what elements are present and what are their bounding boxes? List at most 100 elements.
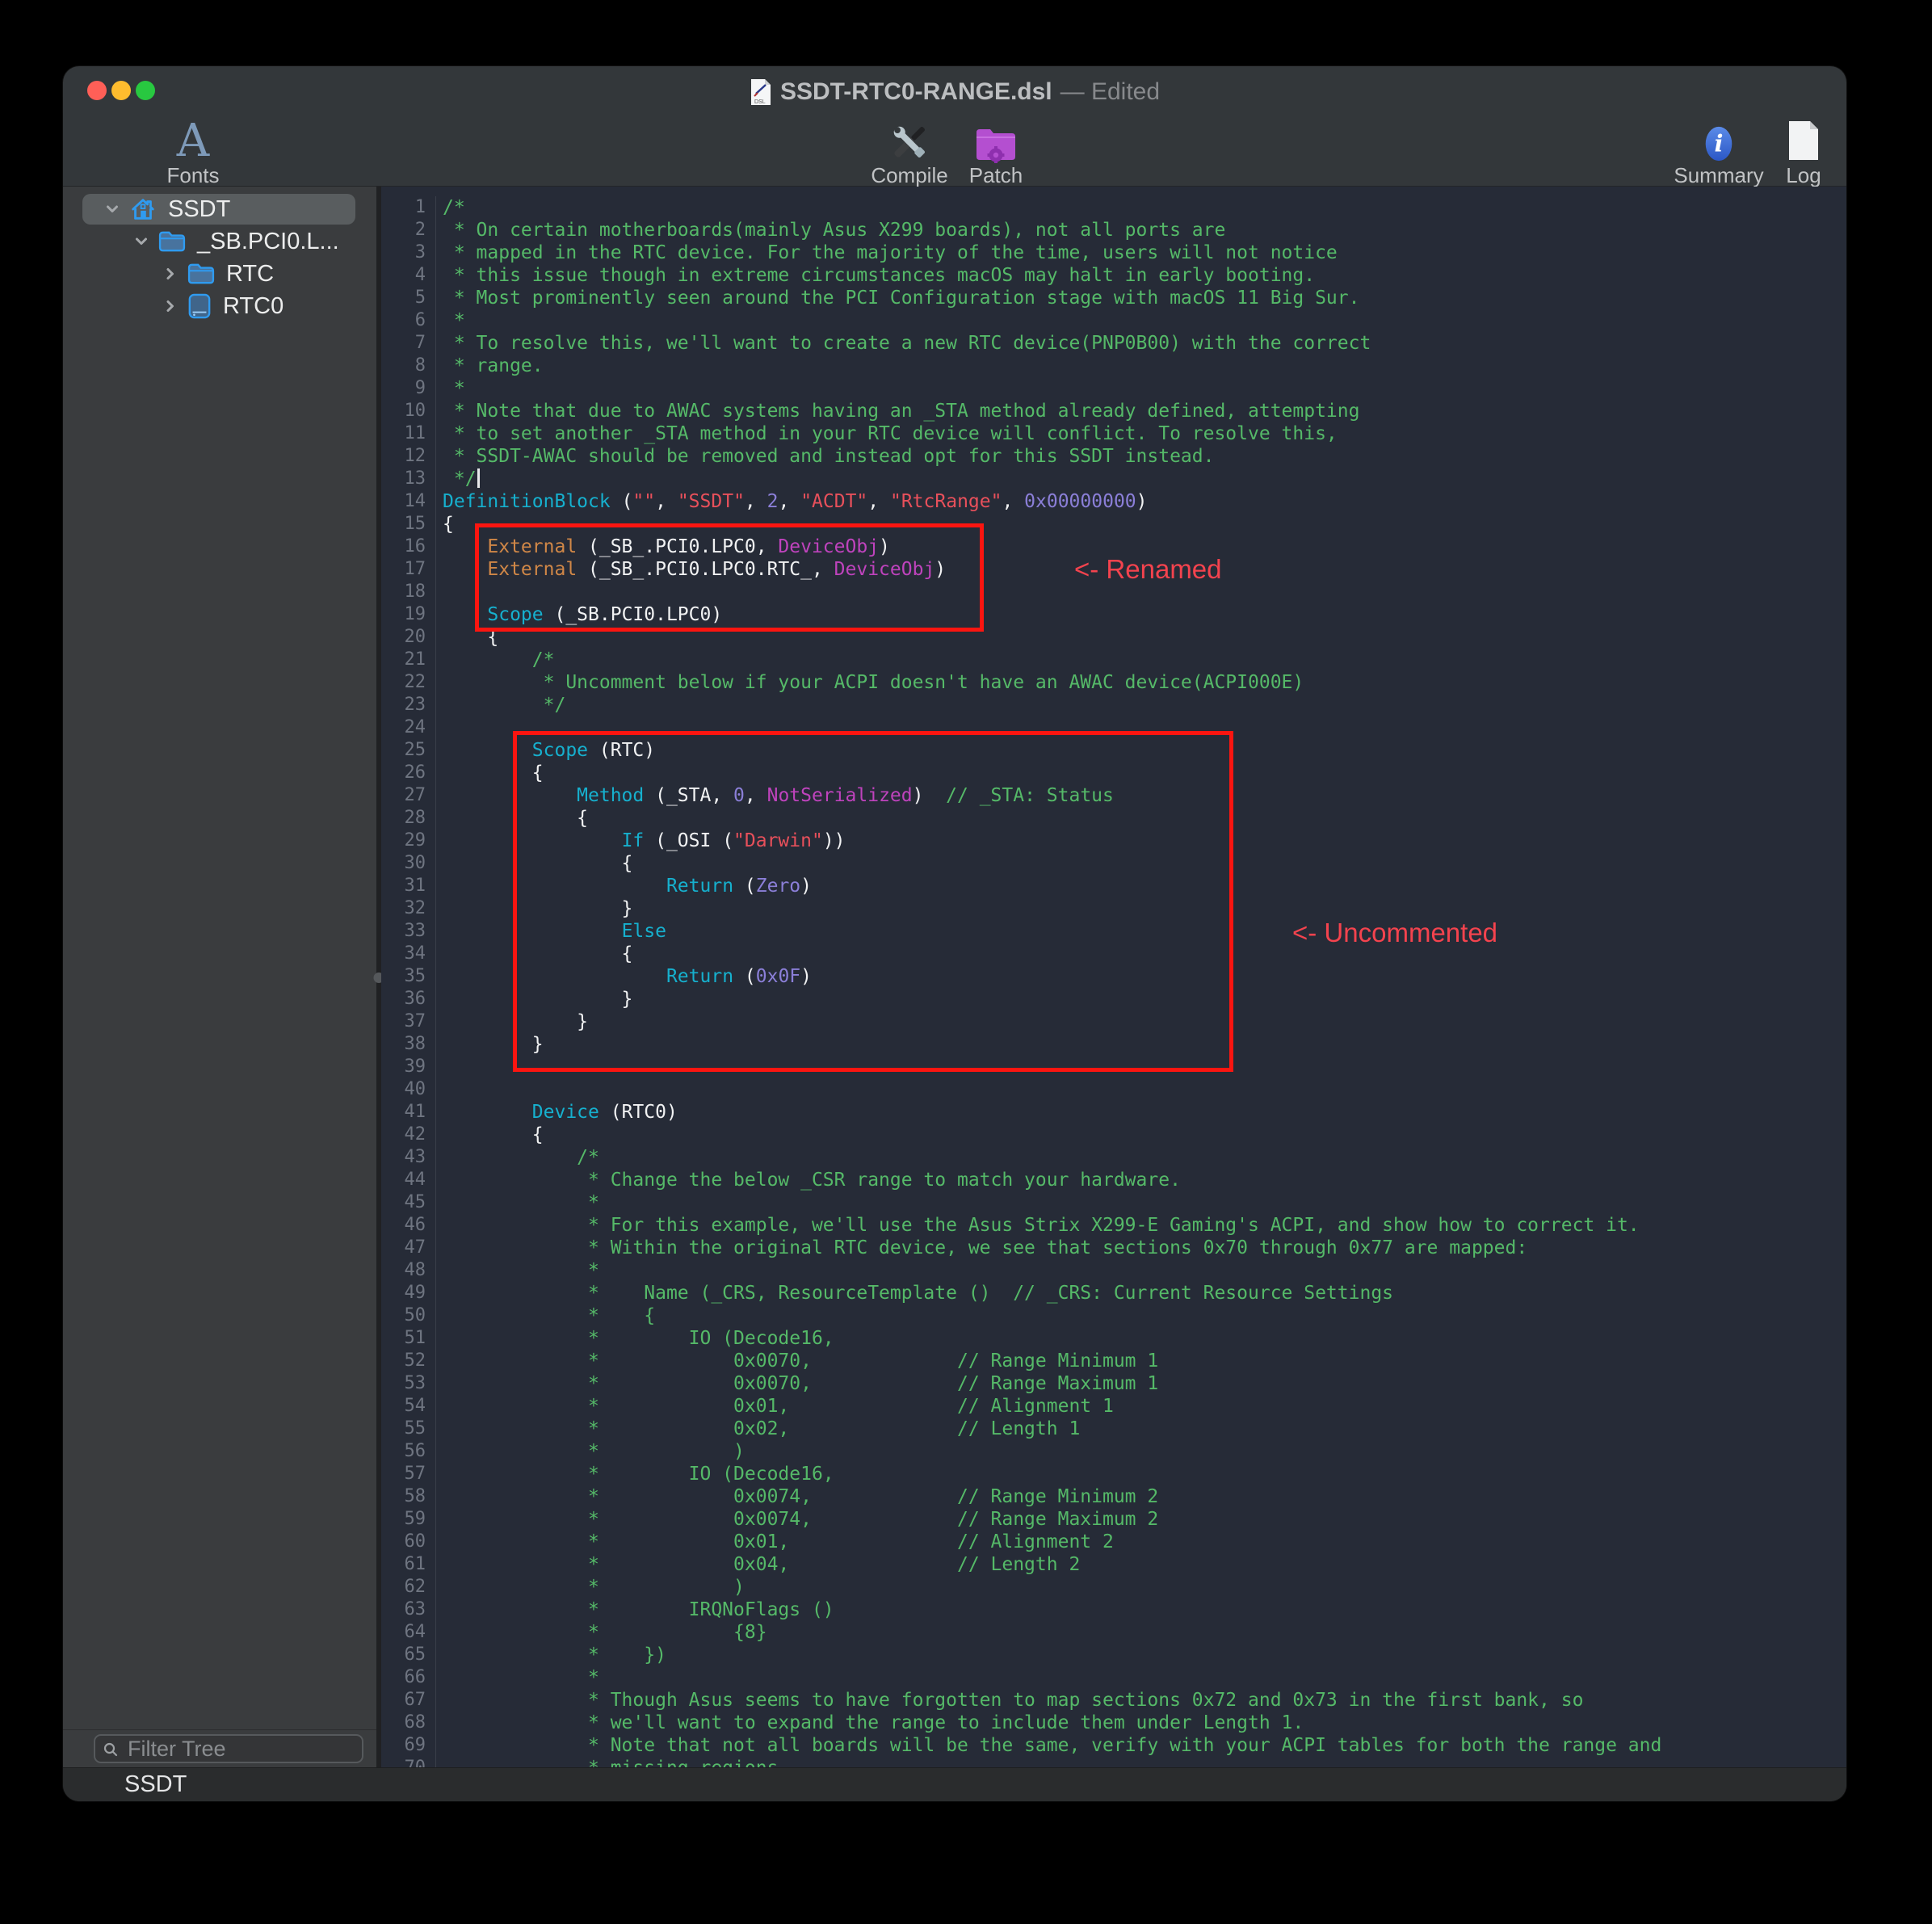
code-text[interactable] <box>436 1056 443 1078</box>
code-text[interactable]: * range. <box>436 355 544 377</box>
patch-button[interactable]: Patch <box>956 120 1036 186</box>
print-button[interactable]: Print <box>1836 120 1846 186</box>
line-number: 15 <box>381 513 436 536</box>
code-text[interactable]: * IRQNoFlags () <box>436 1598 834 1621</box>
code-text[interactable] <box>436 581 443 603</box>
summary-label: Summary <box>1674 165 1763 186</box>
code-text[interactable]: * missing regions. <box>436 1757 789 1767</box>
code-text[interactable]: } <box>436 1033 544 1056</box>
code-text[interactable]: { <box>436 762 544 784</box>
code-text[interactable]: * 0x0070, // Range Maximum 1 <box>436 1372 1158 1395</box>
code-text[interactable]: * For this example, we'll use the Asus S… <box>436 1214 1640 1237</box>
code-text[interactable]: * SSDT-AWAC should be removed and instea… <box>436 445 1214 468</box>
code-text[interactable]: { <box>436 626 498 649</box>
code-text[interactable]: * Note that due to AWAC systems having a… <box>436 400 1359 422</box>
code-text[interactable]: * to set another _STA method in your RTC… <box>436 422 1338 445</box>
code-line-41: 41 Device (RTC0) <box>381 1101 1846 1124</box>
code-line-8: 8 * range. <box>381 355 1846 377</box>
code-text[interactable]: * Most prominently seen around the PCI C… <box>436 287 1359 309</box>
code-text[interactable]: * Change the below _CSR range to match y… <box>436 1169 1181 1191</box>
code-text[interactable]: */ <box>436 468 480 490</box>
code-text[interactable]: * }) <box>436 1644 666 1666</box>
sidebar-item-rtc[interactable]: RTC <box>63 258 376 290</box>
code-text[interactable]: * ) <box>436 1576 745 1598</box>
code-text[interactable]: * <box>436 377 465 400</box>
code-text[interactable] <box>436 716 443 739</box>
code-line-25: 25 Scope (RTC) <box>381 739 1846 762</box>
code-text[interactable]: /* <box>436 196 465 219</box>
code-text[interactable]: * { <box>436 1304 655 1327</box>
code-text[interactable]: { <box>436 1124 544 1146</box>
chevron-down-icon[interactable] <box>129 233 153 250</box>
code-line-11: 11 * to set another _STA method in your … <box>381 422 1846 445</box>
code-text[interactable]: Else <box>436 920 666 943</box>
code-text[interactable]: { <box>436 807 588 830</box>
title-bar[interactable]: DSL SSDT-RTC0-RANGE.dsl — Edited <box>63 66 1846 118</box>
filter-tree-input[interactable] <box>94 1734 363 1763</box>
fonts-button[interactable]: A Fonts <box>153 120 233 186</box>
code-text[interactable]: { <box>436 852 632 875</box>
code-text[interactable]: * To resolve this, we'll want to create … <box>436 332 1371 355</box>
compile-button[interactable]: Compile <box>861 120 958 186</box>
chevron-right-icon[interactable] <box>158 297 183 315</box>
code-text[interactable]: DefinitionBlock ("", "SSDT", 2, "ACDT", … <box>436 490 1148 513</box>
code-text[interactable]: Return (0x0F) <box>436 965 812 988</box>
code-text[interactable]: * Within the original RTC device, we see… <box>436 1237 1527 1259</box>
code-text[interactable]: */ <box>436 694 565 716</box>
code-editor[interactable]: 1/*2 * On certain motherboards(mainly As… <box>381 187 1846 1767</box>
code-text[interactable]: * 0x01, // Alignment 2 <box>436 1531 1114 1553</box>
sidebar-item-ssdt[interactable]: SSDT <box>63 193 376 225</box>
code-text[interactable]: * we'll want to expand the range to incl… <box>436 1712 1304 1734</box>
summary-button[interactable]: i Summary <box>1670 120 1767 186</box>
line-number: 19 <box>381 603 436 626</box>
code-text[interactable]: * IO (Decode16, <box>436 1463 834 1485</box>
code-text[interactable]: Scope (_SB.PCI0.LPC0) <box>436 603 722 626</box>
code-text[interactable]: { <box>436 513 454 536</box>
code-text[interactable]: Method (_STA, 0, NotSerialized) // _STA:… <box>436 784 1114 807</box>
code-text[interactable]: * IO (Decode16, <box>436 1327 834 1350</box>
line-number: 46 <box>381 1214 436 1237</box>
code-text[interactable]: } <box>436 1010 588 1033</box>
line-number: 37 <box>381 1010 436 1033</box>
code-text[interactable]: Scope (RTC) <box>436 739 655 762</box>
code-text[interactable]: * <box>436 1259 599 1282</box>
code-text[interactable]: * On certain motherboards(mainly Asus X2… <box>436 219 1225 242</box>
code-text[interactable]: * <box>436 1666 599 1689</box>
code-text[interactable]: * 0x04, // Length 2 <box>436 1553 1080 1576</box>
chevron-down-icon[interactable] <box>100 200 124 218</box>
code-text[interactable]: /* <box>436 649 554 671</box>
code-line-7: 7 * To resolve this, we'll want to creat… <box>381 332 1846 355</box>
code-text[interactable]: Device (RTC0) <box>436 1101 678 1124</box>
code-text[interactable]: External (_SB_.PCI0.LPC0.RTC_, DeviceObj… <box>436 558 946 581</box>
code-text[interactable]: * <box>436 309 465 332</box>
code-text[interactable]: * mapped in the RTC device. For the majo… <box>436 242 1338 264</box>
code-text[interactable]: { <box>436 943 632 965</box>
code-text[interactable]: External (_SB_.PCI0.LPC0, DeviceObj) <box>436 536 890 558</box>
chevron-right-icon[interactable] <box>158 265 183 283</box>
code-text[interactable]: * ) <box>436 1440 745 1463</box>
code-text[interactable]: * Note that not all boards will be the s… <box>436 1734 1661 1757</box>
code-text[interactable]: * Though Asus seems to have forgotten to… <box>436 1689 1583 1712</box>
code-text[interactable]: * 0x02, // Length 1 <box>436 1418 1080 1440</box>
line-number: 59 <box>381 1508 436 1531</box>
code-text[interactable]: * 0x0074, // Range Maximum 2 <box>436 1508 1158 1531</box>
code-text[interactable]: } <box>436 897 632 920</box>
sidebar-item-sb-pci0-l[interactable]: _SB.PCI0.L... <box>63 225 376 258</box>
code-text[interactable]: If (_OSI ("Darwin")) <box>436 830 846 852</box>
code-text[interactable]: } <box>436 988 632 1010</box>
fonts-icon: A <box>177 120 209 163</box>
code-text[interactable] <box>436 1078 443 1101</box>
code-text[interactable]: * this issue though in extreme circumsta… <box>436 264 1315 287</box>
code-text[interactable]: * {8} <box>436 1621 767 1644</box>
log-button[interactable]: Log <box>1771 120 1836 186</box>
code-text[interactable]: * <box>436 1191 599 1214</box>
line-number: 43 <box>381 1146 436 1169</box>
code-text[interactable]: * 0x0070, // Range Minimum 1 <box>436 1350 1158 1372</box>
code-text[interactable]: * 0x01, // Alignment 1 <box>436 1395 1114 1418</box>
code-text[interactable]: * 0x0074, // Range Minimum 2 <box>436 1485 1158 1508</box>
code-text[interactable]: /* <box>436 1146 599 1169</box>
code-text[interactable]: Return (Zero) <box>436 875 812 897</box>
sidebar-item-rtc0[interactable]: RTC0 <box>63 290 376 322</box>
code-text[interactable]: * Name (_CRS, ResourceTemplate () // _CR… <box>436 1282 1393 1304</box>
code-text[interactable]: * Uncomment below if your ACPI doesn't h… <box>436 671 1304 694</box>
